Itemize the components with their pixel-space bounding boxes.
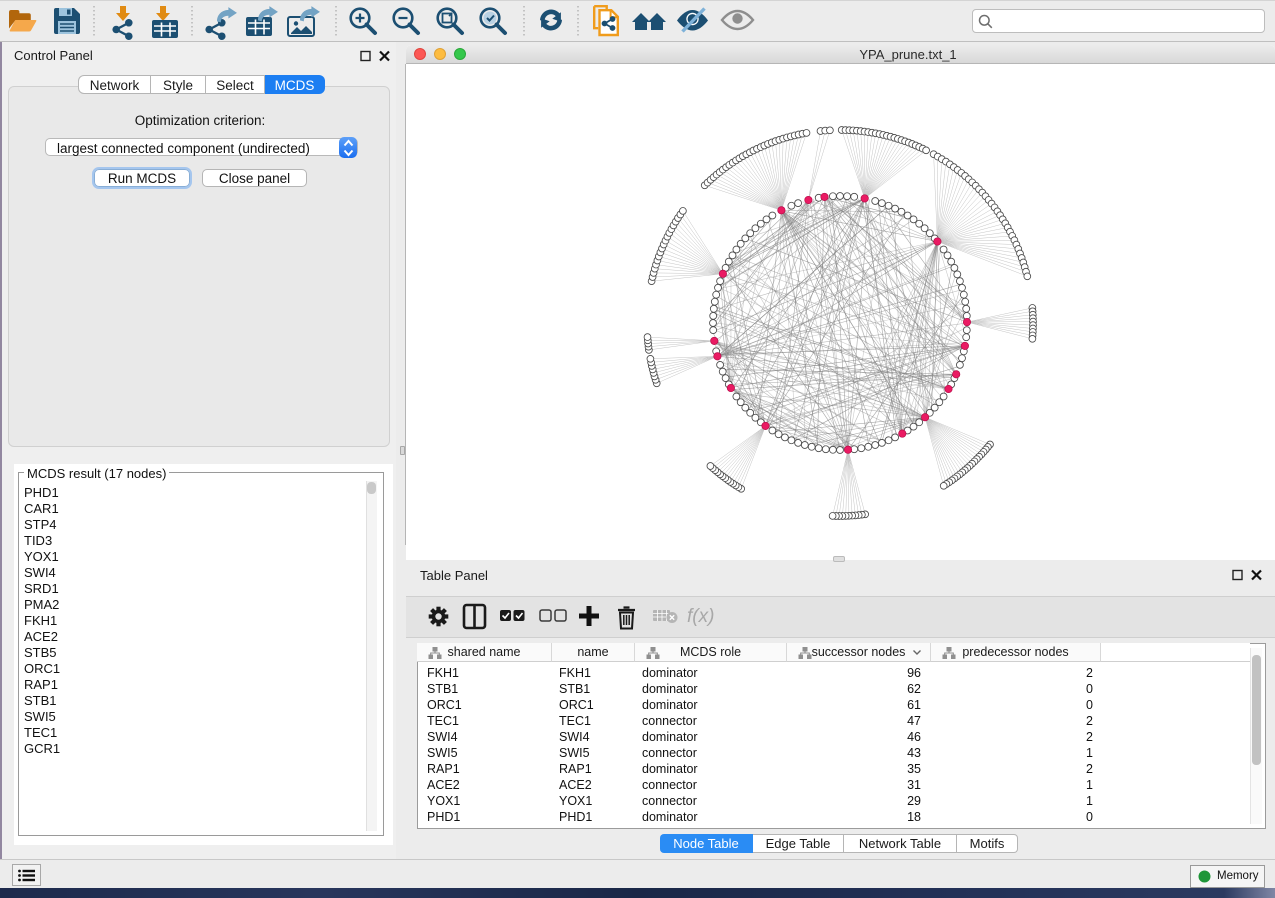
svg-text:f(x): f(x): [687, 606, 714, 627]
